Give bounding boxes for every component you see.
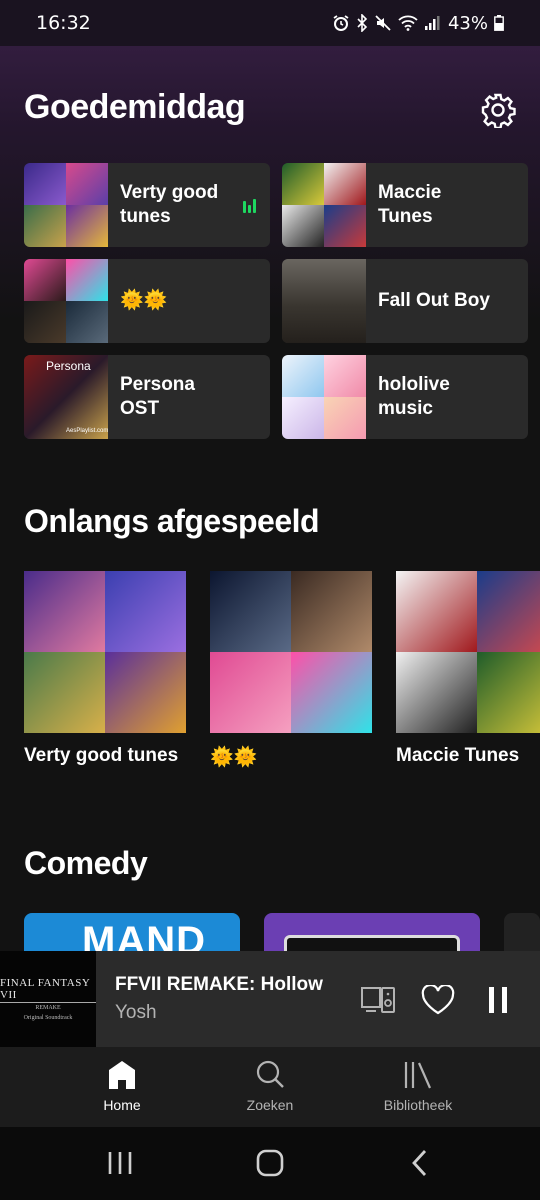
card-label: 🌞🌞 — [210, 747, 258, 768]
nav-home[interactable]: Home — [52, 1059, 192, 1113]
album-cover-subtitle: REMAKE — [35, 1005, 61, 1011]
pause-icon — [489, 987, 507, 1013]
shortcut-label: hololive music — [378, 374, 450, 419]
playlist-cover — [282, 163, 366, 247]
track-title: FFVII REMAKE: Hollow — [115, 974, 323, 995]
shortcut-hololive-music[interactable]: hololive music — [282, 355, 528, 439]
card-label: Maccie Tunes — [396, 745, 520, 766]
devices-icon — [361, 987, 395, 1013]
track-info: FFVII REMAKE: Hollow Yosh — [115, 974, 345, 1024]
shortcut-fall-out-boy[interactable]: Fall Out Boy — [282, 259, 528, 343]
home-system-button[interactable] — [250, 1147, 290, 1179]
nav-search[interactable]: Zoeken — [200, 1059, 340, 1113]
wifi-icon — [398, 15, 418, 31]
recent-card-verty-good-tunes[interactable]: Verty good tunes — [24, 571, 186, 767]
now-playing-bars-icon — [243, 197, 256, 213]
settings-button[interactable] — [480, 92, 516, 130]
section-title-recent: Onlangs afgespeeld — [24, 503, 320, 539]
status-time: 16:32 — [36, 12, 91, 34]
shortcut-label: Fall Out Boy — [378, 290, 490, 311]
comedy-card[interactable] — [504, 913, 540, 953]
page-title: Goedemiddag — [24, 88, 246, 126]
cover-caption: AesPlaylist.com — [66, 428, 109, 434]
shortcut-label: 🌞🌞 — [120, 290, 168, 311]
section-title-comedy: Comedy — [24, 845, 148, 881]
card-label: Verty good tunes — [24, 745, 179, 766]
shortcut-maccie-tunes[interactable]: Maccie Tunes — [282, 163, 528, 247]
playlist-cover — [282, 259, 366, 343]
battery-percent: 43% — [447, 12, 488, 34]
bluetooth-icon — [357, 14, 368, 32]
recent-apps-icon — [108, 1152, 132, 1174]
playlist-cover — [396, 571, 540, 733]
album-cover-caption: Original Soundtrack — [23, 1015, 73, 1021]
connect-device-button[interactable] — [358, 980, 398, 1020]
nav-label: Zoeken — [246, 1097, 294, 1113]
playlist-cover — [24, 163, 108, 247]
shortcut-label: Persona OST — [120, 374, 195, 419]
nav-library[interactable]: Bibliotheek — [348, 1059, 488, 1113]
signal-icon — [424, 16, 440, 30]
playlist-cover — [210, 571, 372, 733]
home-circle-icon — [256, 1149, 284, 1177]
bottom-navigation: Home Zoeken Bibliotheek — [0, 1047, 540, 1127]
recent-card-maccie-tunes[interactable]: Maccie Tunes — [396, 571, 540, 767]
home-icon — [109, 1061, 135, 1089]
comedy-card-text: MAND — [82, 919, 206, 953]
shortcut-sun-sun[interactable]: 🌞🌞 — [24, 259, 270, 343]
recent-card-sun-sun[interactable]: 🌞🌞 — [210, 571, 372, 769]
library-icon — [404, 1062, 432, 1089]
playlist-cover: Persona AesPlaylist.com — [24, 355, 108, 439]
album-cover: FINAL FANTASY VII REMAKE Original Soundt… — [0, 951, 96, 1047]
playlist-cover — [282, 355, 366, 439]
recent-apps-button[interactable] — [100, 1147, 140, 1179]
mute-icon — [375, 15, 391, 31]
shortcut-label: Maccie Tunes — [378, 182, 442, 227]
nav-label: Home — [103, 1097, 141, 1113]
gear-icon — [481, 93, 516, 130]
cover-text: Persona — [46, 359, 91, 373]
playlist-cover — [24, 571, 186, 733]
back-button[interactable] — [400, 1147, 440, 1179]
track-artist: Yosh — [115, 1002, 157, 1023]
shortcut-label: Verty good tunes — [120, 182, 219, 227]
pause-button[interactable] — [478, 980, 518, 1020]
shortcut-verty-good-tunes[interactable]: Verty good tunes — [24, 163, 270, 247]
comedy-card[interactable]: MAND — [24, 913, 240, 953]
comedy-card[interactable] — [264, 913, 480, 953]
alarm-icon — [333, 15, 349, 31]
like-button[interactable] — [418, 980, 458, 1020]
nav-label: Bibliotheek — [383, 1097, 453, 1113]
back-icon — [412, 1150, 427, 1176]
heart-icon — [421, 985, 455, 1015]
album-cover-title: FINAL FANTASY VII — [0, 977, 96, 1003]
search-icon — [256, 1060, 284, 1088]
mini-player[interactable]: FINAL FANTASY VII REMAKE Original Soundt… — [0, 951, 540, 1047]
battery-icon — [494, 15, 504, 31]
status-icons: 43% — [332, 13, 504, 34]
system-navigation-bar — [0, 1127, 540, 1200]
playlist-cover — [24, 259, 108, 343]
status-bar: 16:32 43% — [0, 0, 540, 46]
shortcut-persona-ost[interactable]: Persona AesPlaylist.com Persona OST — [24, 355, 270, 439]
